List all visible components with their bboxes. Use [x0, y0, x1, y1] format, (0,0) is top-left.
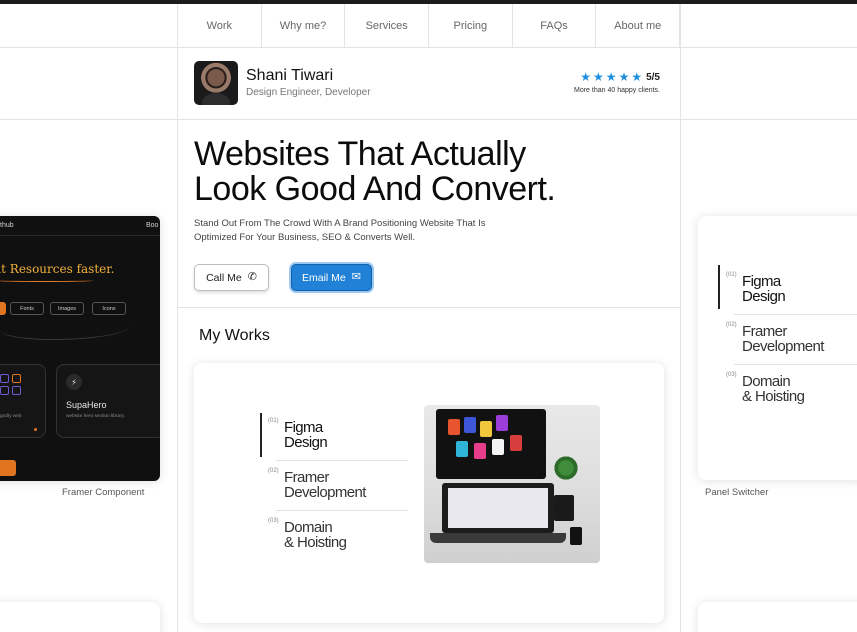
main-nav: Work Why me? Services Pricing FAQs About…	[178, 4, 681, 48]
profile-name: Shani Tiwari	[246, 67, 334, 84]
monitor-image	[436, 409, 546, 479]
nav-item-faqs[interactable]: FAQs	[513, 4, 597, 48]
nav-item-why-me[interactable]: Why me?	[262, 4, 346, 48]
avatar	[194, 61, 238, 105]
panel-label: Figma Design	[284, 419, 328, 451]
dark-card-pill-active	[0, 302, 6, 315]
panel-label: Framer Development	[742, 324, 824, 354]
dark-card-box-left-desc: godly web	[0, 414, 22, 419]
panel-separator	[734, 314, 857, 315]
panel-switcher-card[interactable]: (01) Figma Design (02) Framer Developmen…	[698, 216, 857, 480]
panel-active-bar	[260, 413, 262, 457]
dark-card-dot	[34, 428, 37, 431]
framer-component-card[interactable]: thub Boo at Resources faster. Fonts Imag…	[0, 216, 160, 481]
dark-card-underline	[0, 279, 94, 282]
panel-label-line: Design	[284, 434, 328, 451]
grid-line-left	[177, 4, 178, 632]
hero-subtitle-line: Optimized For Your Business, SEO & Conve…	[194, 232, 416, 243]
panel-separator	[276, 510, 408, 511]
panel-label-line: & Hoisting	[742, 388, 805, 405]
profile-role: Design Engineer, Developer	[246, 87, 371, 98]
phone-image	[570, 527, 582, 545]
email-me-button[interactable]: Email Me ✉	[291, 264, 372, 291]
panel-label: Domain & Hoisting	[284, 519, 347, 551]
dark-card-curve	[0, 316, 130, 340]
hero-title: Websites That Actually Look Good And Con…	[194, 137, 664, 207]
panel-num: (02)	[726, 322, 737, 328]
panel-label-line: Development	[742, 338, 824, 355]
grid-line-hero	[178, 307, 680, 308]
grid-line-profile	[0, 119, 857, 120]
panel-separator	[276, 460, 408, 461]
nav-item-work[interactable]: Work	[178, 4, 262, 48]
laptop-base	[430, 533, 566, 543]
panel-label-line: Domain	[284, 519, 333, 536]
panel-num: (03)	[726, 372, 737, 378]
rating-value: 5/5	[646, 71, 660, 83]
panel-label-line: Development	[284, 484, 366, 501]
hero-subtitle: Stand Out From The Crowd With A Brand Po…	[194, 217, 564, 245]
laptop-image	[442, 483, 554, 533]
star-icon: ★	[618, 70, 630, 84]
panel-label-line: Framer	[742, 323, 787, 340]
phone-icon: ✆	[247, 271, 257, 283]
panel-label-line: Framer	[284, 469, 329, 486]
dark-card-orange-button	[0, 460, 16, 476]
hero-title-line: Websites That Actually	[194, 135, 526, 173]
star-icon: ★	[605, 70, 617, 84]
dark-card-pill: Icons	[92, 302, 126, 315]
dark-card-pill: Fonts	[10, 302, 44, 315]
plant-image	[554, 453, 578, 483]
hero-title-line: Look Good And Convert.	[194, 170, 556, 208]
works-card[interactable]: (01) Figma Design (02) Framer Developmen…	[194, 363, 664, 623]
framer-component-caption: Framer Component	[62, 487, 145, 498]
nav-item-pricing[interactable]: Pricing	[429, 4, 513, 48]
star-icon: ★	[593, 70, 604, 84]
star-icon: ★	[631, 70, 643, 84]
dark-card-pill: Images	[50, 302, 84, 315]
grid-icon	[0, 374, 22, 396]
hero-subtitle-line: Stand Out From The Crowd With A Brand Po…	[194, 218, 486, 229]
nav-item-services[interactable]: Services	[345, 4, 430, 48]
panel-label-line: Figma	[742, 273, 781, 290]
panel-label-line: Domain	[742, 373, 791, 390]
panel-label-line: Design	[742, 288, 786, 305]
panel-num: (01)	[268, 418, 279, 424]
call-me-button[interactable]: Call Me ✆	[194, 264, 269, 291]
work-card-partial[interactable]	[698, 602, 857, 632]
profile-header: Shani Tiwari Design Engineer, Developer …	[194, 61, 664, 107]
dark-card-topbar: thub Boo	[0, 216, 160, 236]
star-icon: ★	[580, 70, 592, 84]
dark-card-top-left: thub	[0, 222, 14, 229]
mail-icon: ✉	[351, 271, 361, 283]
dark-card-headline: at Resources faster.	[0, 262, 115, 276]
panel-label: Framer Development	[284, 470, 366, 500]
panel-label: Domain & Hoisting	[742, 373, 805, 405]
workspace-photo	[424, 405, 600, 563]
mug-image	[554, 495, 574, 521]
panel-num: (02)	[268, 468, 279, 474]
rating-note: More than 40 happy clients.	[574, 87, 660, 94]
panel-label-line: Figma	[284, 419, 323, 436]
dark-card-box-desc: website hero section library.	[66, 414, 126, 419]
call-me-label: Call Me	[206, 271, 242, 284]
panel-num: (03)	[268, 518, 279, 524]
panel-separator	[734, 364, 857, 365]
panel-label-line: & Hoisting	[284, 534, 347, 551]
work-card-partial[interactable]	[0, 602, 160, 632]
bolt-icon: ⚡	[66, 374, 82, 390]
grid-line-right	[680, 4, 681, 632]
panel-num: (01)	[726, 272, 737, 278]
panel-active-bar	[718, 265, 720, 309]
works-title: My Works	[199, 327, 270, 344]
nav-item-about-me[interactable]: About me	[596, 4, 681, 48]
rating: ★ ★ ★ ★ ★ 5/5	[580, 71, 660, 83]
dark-card-box-title: SupaHero	[66, 400, 107, 410]
panel-switcher-caption: Panel Switcher	[705, 487, 769, 498]
panel-label: Figma Design	[742, 273, 786, 305]
email-me-label: Email Me	[302, 271, 346, 284]
dark-card-top-right: Boo	[146, 222, 159, 229]
